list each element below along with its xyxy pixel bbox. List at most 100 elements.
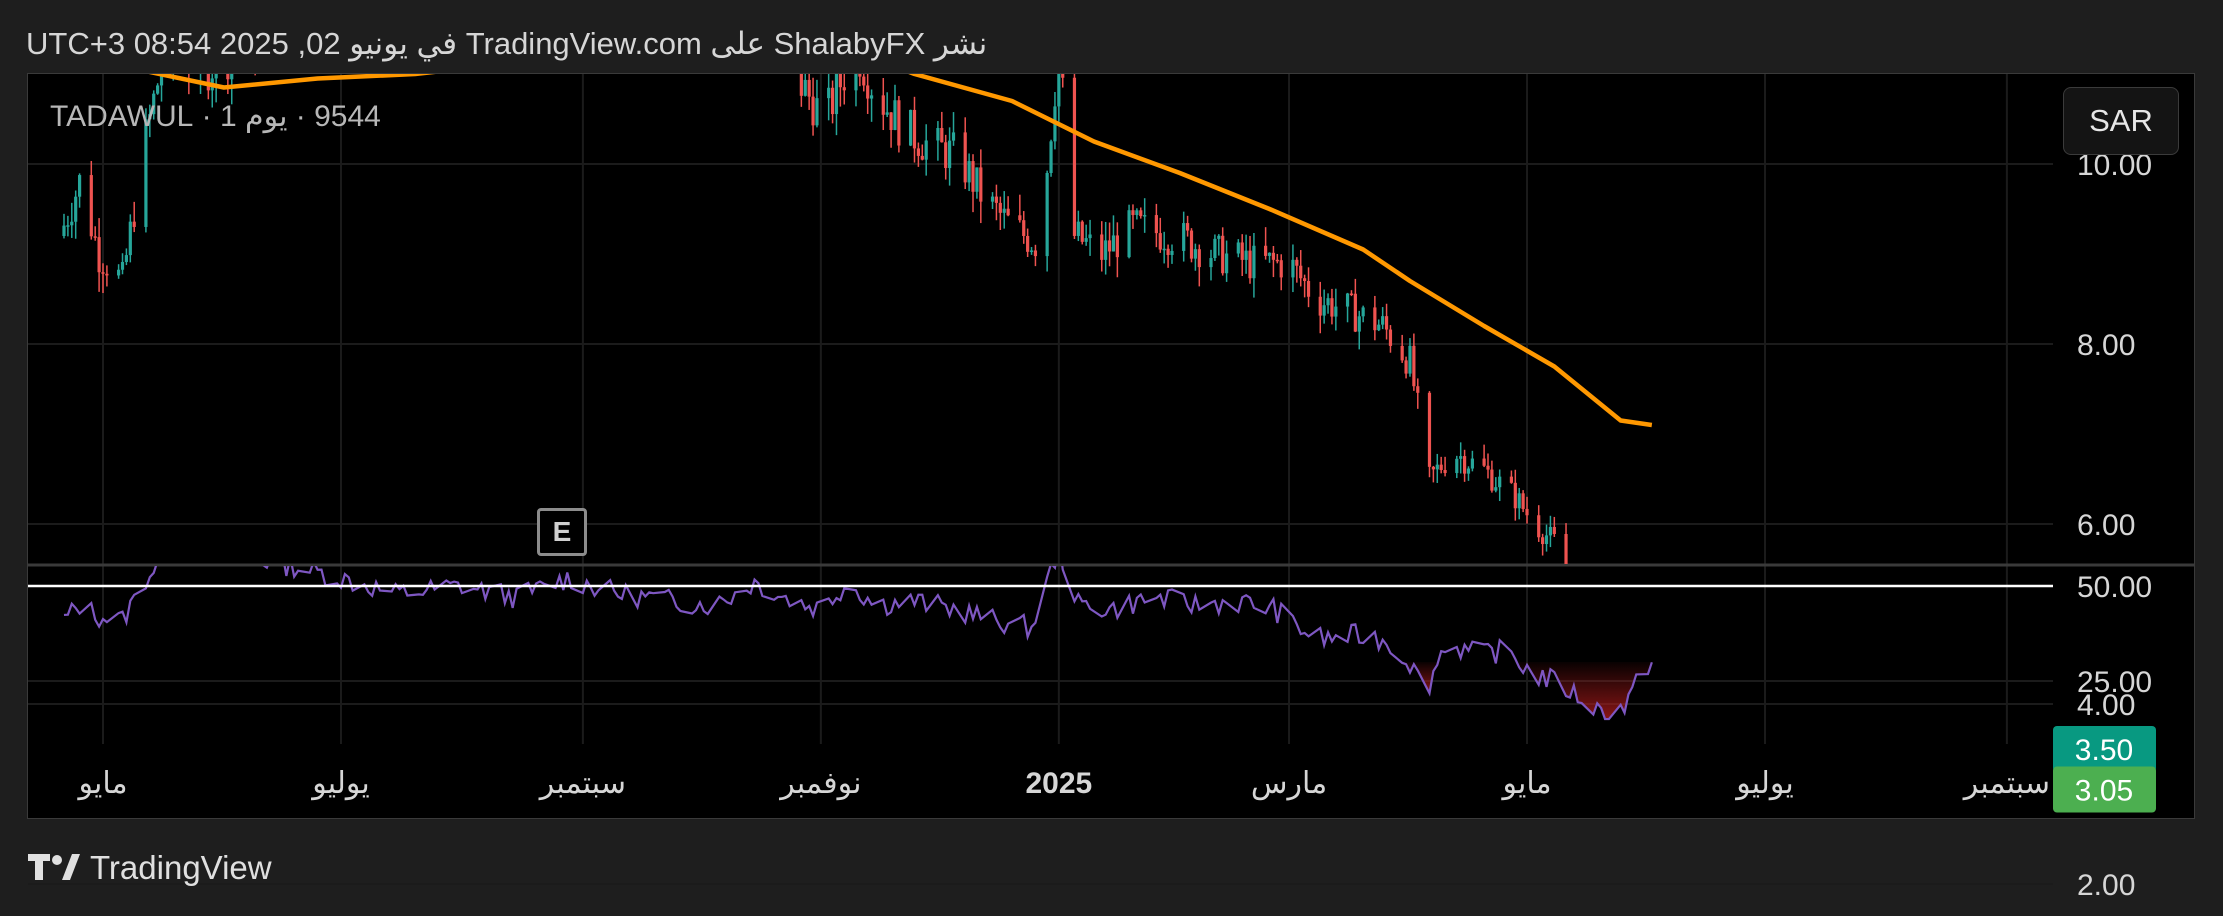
candle-body-43 <box>293 38 296 41</box>
candle-body-260 <box>1482 458 1486 466</box>
candle-body-222 <box>1271 252 1276 260</box>
candle-body-275 <box>1564 533 1568 564</box>
candle-body-34 <box>242 25 245 49</box>
candle-body-284 <box>1607 723 1610 733</box>
candle-body-169 <box>979 167 983 202</box>
candle-body-37 <box>261 19 264 30</box>
candle-body-102 <box>616 0 619 5</box>
candle-body-229 <box>1306 280 1311 297</box>
footer-brand[interactable]: TradingView <box>28 846 272 890</box>
candle-body-142 <box>834 74 839 115</box>
time-axis-label-4: 2025 <box>1025 767 1092 800</box>
candle-body-139 <box>815 98 819 126</box>
candle-body-167 <box>971 161 975 192</box>
candle-body-206 <box>1185 223 1190 231</box>
candle-body-195 <box>1127 210 1131 258</box>
candle-body-61 <box>394 0 397 4</box>
candle-body-56 <box>367 5 370 7</box>
candle-body-22 <box>179 42 182 51</box>
candle-body-4 <box>77 175 82 197</box>
candle-body-130 <box>772 43 775 49</box>
candle-body-151 <box>885 112 889 115</box>
candle-body-254 <box>1443 469 1447 474</box>
candle-body-163 <box>948 140 952 169</box>
candle-body-228 <box>1303 278 1307 281</box>
candle-body-148 <box>866 85 870 99</box>
candle-body-93 <box>566 0 569 16</box>
candle-body-233 <box>1330 298 1334 317</box>
candle-body-65 <box>417 0 420 23</box>
candle-body-90 <box>554 0 557 27</box>
candle-body-221 <box>1267 252 1272 256</box>
candle-body-116 <box>694 0 697 1</box>
candle-body-237 <box>1353 293 1357 332</box>
candle-body-71 <box>449 0 452 9</box>
candle-body-282 <box>1600 715 1603 717</box>
time-axis-label-1: يوليو <box>310 767 370 800</box>
candle-body-10 <box>117 269 121 276</box>
candle-body-69 <box>433 0 436 2</box>
candle-body-240 <box>1373 307 1377 331</box>
candle-body-51 <box>339 20 342 33</box>
candle-body-256 <box>1459 456 1463 459</box>
candle-body-262 <box>1490 469 1494 491</box>
candle-body-11 <box>120 261 125 270</box>
candle-body-258 <box>1466 468 1471 474</box>
candle-body-213 <box>1221 235 1225 274</box>
candle-body-153 <box>893 100 897 130</box>
candle-body-244 <box>1388 329 1393 346</box>
candle-body-251 <box>1431 466 1435 470</box>
candle-body-268 <box>1521 493 1525 509</box>
candle-body-249 <box>1416 386 1420 393</box>
grid-lines <box>28 74 2194 885</box>
candle-body-172 <box>998 202 1002 213</box>
candle-body-35 <box>254 25 257 57</box>
candle-body-80 <box>499 13 502 20</box>
candle-body-212 <box>1217 235 1221 239</box>
candle-body-175 <box>1018 215 1022 221</box>
candle-body-44 <box>296 14 299 41</box>
candle-body-54 <box>351 0 354 27</box>
candle-body-247 <box>1408 345 1412 374</box>
candle-body-146 <box>858 74 862 77</box>
candle-body-177 <box>1026 235 1030 252</box>
candle-body-184 <box>1061 74 1065 78</box>
candle-body-64 <box>406 2 409 22</box>
candle-body-12 <box>124 255 129 262</box>
candle-body-224 <box>1279 260 1283 278</box>
candle-body-149 <box>869 95 874 99</box>
candle-body-211 <box>1213 238 1217 259</box>
candle-body-92 <box>562 0 565 5</box>
candle-body-187 <box>1080 221 1084 242</box>
candle-body-201 <box>1158 233 1162 250</box>
candle-body-220 <box>1264 245 1268 256</box>
candle-body-137 <box>807 79 811 97</box>
candle-body-188 <box>1084 238 1088 242</box>
currency-button[interactable]: SAR <box>2063 87 2179 155</box>
candle-body-276 <box>1568 623 1571 651</box>
candle-body-203 <box>1166 248 1170 255</box>
candle-body-236 <box>1349 293 1354 296</box>
candle-body-181 <box>1049 141 1053 173</box>
price-badge-label-0: 3.50 <box>2075 734 2133 767</box>
time-axis-label-0: مايو <box>76 767 127 800</box>
candle-body-286 <box>1623 738 1626 753</box>
candle-body-121 <box>722 0 725 19</box>
candle-body-166 <box>967 161 971 183</box>
candle-body-287 <box>1627 753 1630 756</box>
candle-body-119 <box>706 0 709 6</box>
candle-body-0 <box>62 225 66 236</box>
candle-body-210 <box>1209 258 1213 268</box>
candle-body-97 <box>589 0 592 19</box>
candle-body-165 <box>963 132 967 183</box>
candle-body-122 <box>726 0 729 23</box>
earnings-event-marker[interactable]: E <box>537 508 587 556</box>
candle-body-239 <box>1361 307 1365 317</box>
candle-body-189 <box>1088 234 1092 239</box>
candle-body-83 <box>511 3 514 10</box>
candle-body-219 <box>1252 245 1256 279</box>
chart-canvas[interactable]: 10.008.006.004.002.0050.0025.003.503.05م… <box>0 0 2223 916</box>
candle-body-55 <box>363 5 366 28</box>
candle-body-185 <box>1072 77 1077 236</box>
candle-body-207 <box>1189 230 1194 259</box>
